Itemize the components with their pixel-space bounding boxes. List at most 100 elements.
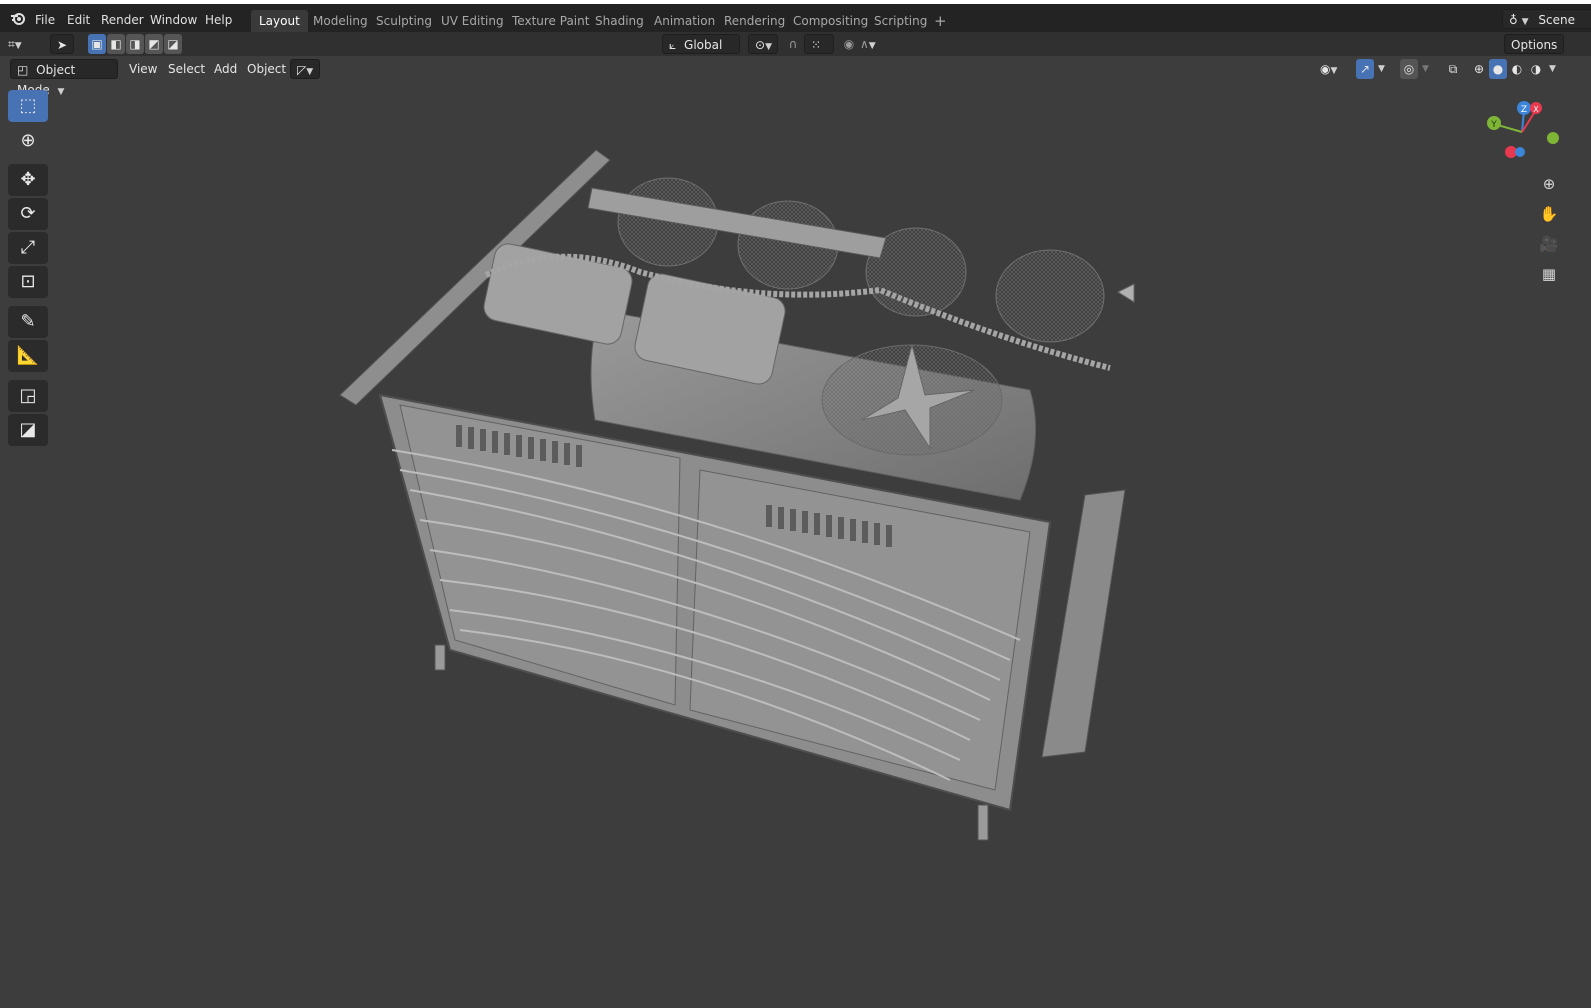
mode-extend-icon: ◧	[110, 37, 122, 51]
annotate-tool[interactable]: ✎	[8, 306, 48, 338]
proportional-edit-toggle[interactable]: ◉	[840, 34, 858, 54]
gizmo-icon: ↗	[1359, 62, 1371, 76]
measure-tool[interactable]: 📐	[8, 340, 48, 372]
falloff-select[interactable]: ∧▼	[860, 34, 890, 54]
orientation-icon: ⟀	[669, 38, 677, 52]
gizmo-dropdown[interactable]: ▼	[1378, 59, 1385, 79]
hand-pan-icon[interactable]: ✋	[1536, 201, 1562, 227]
scene-icon: ♁	[1509, 13, 1518, 27]
menu-file[interactable]: File	[35, 10, 55, 30]
3d-viewport[interactable]: ⬚ ⊕ ✥ ⟳ ⤢ ⊡ ✎ 📐 ◲ ◪ Z Y X ⊕ ✋ 🎥 ▦	[0, 82, 1591, 1008]
visibility-select[interactable]: ◉▼	[1320, 59, 1350, 79]
selection-mode-new[interactable]: ▣	[88, 34, 106, 54]
transform-icon: ⊡	[20, 271, 36, 292]
add-cube-icon: ◲	[19, 385, 37, 406]
side-door	[1041, 489, 1126, 758]
transform-orientation-select[interactable]: ⟀ Global ▼	[662, 34, 740, 72]
shading-solid[interactable]: ●	[1489, 59, 1507, 79]
rendered-sphere-icon: ◑	[1530, 62, 1542, 76]
chevron-down-icon: ▼	[14, 41, 22, 51]
active-tool-button[interactable]: ➤	[50, 34, 74, 54]
wireframe-sphere-icon: ⊕	[1473, 62, 1485, 76]
chevron-down-icon: ▼	[1330, 66, 1338, 76]
add-shape-icon: ◪	[19, 419, 37, 440]
menu-object[interactable]: Object	[247, 59, 286, 79]
editor-type-icon: ⌗	[8, 37, 15, 51]
tab-modeling[interactable]: Modeling	[305, 10, 376, 32]
shading-dropdown[interactable]: ▼	[1549, 59, 1556, 79]
tab-sculpting[interactable]: Sculpting	[368, 10, 440, 32]
overlay-toggle[interactable]: ◎	[1400, 59, 1418, 79]
add-cube-tool[interactable]: ◲	[8, 380, 48, 412]
mode-invert-icon: ◩	[148, 37, 160, 51]
tab-animation[interactable]: Animation	[646, 10, 723, 32]
shading-rendered[interactable]: ◑	[1527, 59, 1545, 79]
cone	[1116, 283, 1135, 303]
chevron-down-icon: ▼	[765, 42, 772, 52]
gizmo-y-label: Y	[1490, 120, 1497, 130]
transform-affect-icon: ◸	[297, 63, 307, 77]
leg	[977, 804, 989, 841]
rotate-icon: ⟳	[20, 203, 36, 224]
mode-intersect-icon: ◪	[167, 37, 179, 51]
grid-perspective-icon[interactable]: ▦	[1536, 261, 1562, 287]
blender-logo-icon[interactable]	[8, 9, 28, 29]
scene-selector[interactable]: ♁ ▼ Scene	[1502, 9, 1591, 29]
object-mode-select[interactable]: ◰ Object Mode ▼	[10, 59, 118, 97]
options-dropdown[interactable]: Options ▼	[1504, 34, 1564, 72]
menu-help[interactable]: Help	[205, 10, 232, 30]
cursor-tool[interactable]: ⊕	[8, 125, 48, 157]
scene-label: Scene	[1538, 13, 1575, 27]
menu-view[interactable]: View	[129, 59, 157, 79]
falloff-curve-icon: ∧	[860, 37, 869, 51]
editor-type-button[interactable]: ⌗▼	[8, 34, 40, 54]
tab-uv-editing[interactable]: UV Editing	[433, 10, 512, 32]
xray-toggle[interactable]: ⧉	[1444, 59, 1462, 79]
tab-compositing[interactable]: Compositing	[785, 10, 876, 32]
top-bar: File Edit Render Window Help Layout Mode…	[0, 0, 1591, 32]
camera-icon[interactable]: 🎥	[1536, 231, 1562, 257]
gizmo-toggle[interactable]: ↗	[1356, 59, 1374, 79]
selection-mode-subtract[interactable]: ◨	[126, 34, 144, 54]
transform-tool[interactable]: ⊡	[8, 266, 48, 298]
xray-icon: ⧉	[1448, 62, 1458, 76]
zoom-icon[interactable]: ⊕	[1536, 171, 1562, 197]
tab-rendering[interactable]: Rendering	[716, 10, 793, 32]
tab-layout[interactable]: Layout	[251, 10, 308, 32]
rotate-tool[interactable]: ⟳	[8, 198, 48, 230]
navigation-gizmo[interactable]: Z Y X	[1480, 96, 1560, 166]
snap-toggle[interactable]: ∩	[784, 34, 802, 54]
menu-select[interactable]: Select	[168, 59, 205, 79]
chevron-down-icon: ▼	[1521, 17, 1529, 27]
tool-settings-bar: ⌗▼ ➤ ▣ ◧ ◨ ◩ ◪ ⟀ Global ▼ ⊙▼ ∩ ⁙▼ ◉ ∧▼ O…	[0, 32, 1591, 72]
add-workspace-button[interactable]: +	[926, 10, 955, 32]
magnet-icon: ∩	[788, 37, 798, 51]
menu-add[interactable]: Add	[214, 59, 237, 79]
shading-wireframe[interactable]: ⊕	[1470, 59, 1488, 79]
tab-scripting[interactable]: Scripting	[866, 10, 935, 32]
selection-mode-extend[interactable]: ◧	[107, 34, 125, 54]
gizmo-x-label: X	[1533, 105, 1539, 114]
snap-target-select[interactable]: ⁙▼	[804, 34, 834, 72]
chevron-down-icon: ▼	[306, 67, 314, 77]
selection-mode-intersect[interactable]: ◪	[164, 34, 182, 54]
menu-window[interactable]: Window	[150, 10, 197, 30]
menu-edit[interactable]: Edit	[67, 10, 90, 30]
options-label: Options	[1511, 38, 1558, 52]
material-sphere-icon: ◐	[1511, 62, 1523, 76]
pivot-point-select[interactable]: ⊙▼	[748, 34, 778, 54]
select-box-icon: ⬚	[19, 95, 37, 116]
scale-tool[interactable]: ⤢	[8, 232, 48, 264]
add-shape-tool[interactable]: ◪	[8, 414, 48, 446]
move-icon: ✥	[20, 169, 36, 190]
orientation-value: Global	[684, 38, 723, 52]
shading-material[interactable]: ◐	[1508, 59, 1526, 79]
selection-mode-invert[interactable]: ◩	[145, 34, 163, 54]
menu-render[interactable]: Render	[101, 10, 144, 30]
move-tool[interactable]: ✥	[8, 164, 48, 196]
tab-shading[interactable]: Shading	[587, 10, 652, 32]
overlay-dropdown[interactable]: ▼	[1422, 59, 1429, 79]
tab-texture-paint[interactable]: Texture Paint	[504, 10, 597, 32]
select-box-tool[interactable]: ⬚	[8, 90, 48, 122]
transform-affect-select[interactable]: ◸▼	[290, 59, 320, 79]
